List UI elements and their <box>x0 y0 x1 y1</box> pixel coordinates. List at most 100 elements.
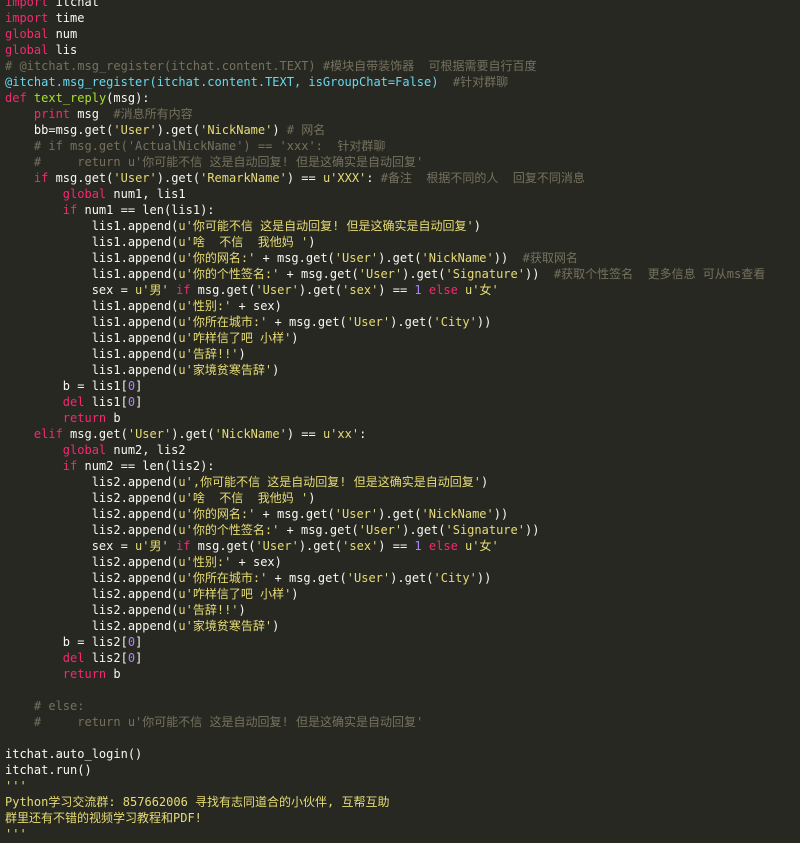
code-line[interactable] <box>5 730 800 746</box>
code-line[interactable]: global num <box>5 26 800 42</box>
code-line[interactable]: lis2.append(u'你所在城市:' + msg.get('User').… <box>5 570 800 586</box>
code-line[interactable]: global lis <box>5 42 800 58</box>
code-line[interactable]: Python学习交流群: 857662006 寻找有志同道合的小伙伴, 互帮互助 <box>5 794 800 810</box>
code-line[interactable]: ''' <box>5 778 800 794</box>
code-line[interactable]: lis2.append(u'告辞!!') <box>5 602 800 618</box>
code-token: # return u'你可能不信 这是自动回复! 但是这确实是自动回复' <box>33 155 424 169</box>
code-line[interactable]: print msg #消息所有内容 <box>5 106 800 122</box>
code-line[interactable]: lis2.append(u'你的网名:' + msg.get('User').g… <box>5 506 800 522</box>
code-token: num1 == len(lis1): <box>77 203 215 217</box>
code-token: lis1.append( <box>5 235 179 249</box>
code-line[interactable]: lis1.append(u'你的个性签名:' + msg.get('User')… <box>5 266 800 282</box>
code-line[interactable]: lis2.append(u'性别:' + sex) <box>5 554 800 570</box>
code-line[interactable]: del lis1[0] <box>5 394 800 410</box>
code-token: if <box>175 539 191 553</box>
code-line[interactable]: if msg.get('User').get('RemarkName') == … <box>5 170 800 186</box>
code-line[interactable]: # return u'你可能不信 这是自动回复! 但是这确实是自动回复' <box>5 154 800 170</box>
code-token: u'告辞!!' <box>178 347 239 361</box>
code-line[interactable]: itchat.auto_login() <box>5 746 800 762</box>
code-line[interactable]: return b <box>5 666 800 682</box>
code-token: ).get( <box>378 507 422 521</box>
code-line[interactable]: # @itchat.msg_register(itchat.content.TE… <box>5 58 800 74</box>
code-token: ) <box>308 235 316 249</box>
code-token: return <box>62 667 107 681</box>
code-line[interactable]: import itchat <box>5 0 800 10</box>
code-line[interactable]: lis1.append(u'性别:' + sex) <box>5 298 800 314</box>
code-token: # @itchat.msg_register(itchat.content.TE… <box>5 59 537 73</box>
code-line[interactable]: lis2.append(u'家境贫寒告辞') <box>5 618 800 634</box>
code-line[interactable] <box>5 682 800 698</box>
code-token: u'啥 不信 我他妈 ' <box>178 235 309 249</box>
code-line[interactable]: if num1 == len(lis1): <box>5 202 800 218</box>
code-line[interactable]: itchat.run() <box>5 762 800 778</box>
code-token: #获取个性签名 更多信息 可从ms查看 <box>553 267 766 281</box>
code-token: lis2[ <box>84 651 128 665</box>
code-line[interactable]: bb=msg.get('User').get('NickName') # 网名 <box>5 122 800 138</box>
code-token: 'User' <box>346 315 391 329</box>
code-line[interactable]: lis1.append(u'咋样信了吧 小样') <box>5 330 800 346</box>
code-line[interactable]: del lis2[0] <box>5 650 800 666</box>
code-token: 'City' <box>433 315 477 329</box>
code-token: ] <box>135 395 143 409</box>
code-token: num2 == len(lis2): <box>77 459 215 473</box>
code-line[interactable]: b = lis2[0] <box>5 634 800 650</box>
code-line[interactable]: lis1.append(u'你的网名:' + msg.get('User').g… <box>5 250 800 266</box>
code-line[interactable]: lis2.append(u'咋样信了吧 小样') <box>5 586 800 602</box>
code-line[interactable]: lis1.append(u'告辞!!') <box>5 346 800 362</box>
code-line[interactable]: lis1.append(u'家境贫寒告辞') <box>5 362 800 378</box>
code-line[interactable]: # return u'你可能不信 这是自动回复! 但是这确实是自动回复' <box>5 714 800 730</box>
code-line[interactable]: return b <box>5 410 800 426</box>
code-token: itchat.run() <box>5 763 92 777</box>
code-token: global <box>62 443 107 457</box>
code-token: ] <box>135 379 143 393</box>
code-token: )) <box>476 315 492 329</box>
code-line[interactable]: b = lis1[0] <box>5 378 800 394</box>
code-line[interactable]: lis2.append(u',你可能不信 这是自动回复! 但是这确实是自动回复'… <box>5 474 800 490</box>
code-token: print <box>33 107 71 121</box>
code-token: ) == <box>378 283 415 297</box>
code-line[interactable]: def text_reply(msg): <box>5 90 800 106</box>
code-line[interactable]: ''' <box>5 826 800 842</box>
code-token: lis2.append( <box>5 555 179 569</box>
code-token: global <box>5 27 49 41</box>
code-line[interactable]: # if msg.get('ActualNickName') == 'xxx':… <box>5 138 800 154</box>
code-token: ''' <box>5 779 27 793</box>
code-line[interactable]: global num2, lis2 <box>5 442 800 458</box>
code-line[interactable]: elif msg.get('User').get('NickName') == … <box>5 426 800 442</box>
code-line[interactable]: lis2.append(u'啥 不信 我他妈 ') <box>5 490 800 506</box>
code-line[interactable]: sex = u'男' if msg.get('User').get('sex')… <box>5 282 800 298</box>
code-line[interactable]: lis2.append(u'你的个性签名:' + msg.get('User')… <box>5 522 800 538</box>
code-token: 'User' <box>334 507 379 521</box>
code-token: 'User' <box>127 427 172 441</box>
code-token: ) <box>291 587 299 601</box>
code-line[interactable]: 群里还有不错的视频学习教程和PDF! <box>5 810 800 826</box>
code-token: lis1.append( <box>5 299 179 313</box>
code-line[interactable]: # else: <box>5 698 800 714</box>
code-token: if <box>175 283 191 297</box>
code-editor[interactable]: import itchat import time global num global… <box>0 0 800 841</box>
code-line[interactable]: @itchat.msg_register(itchat.content.TEXT… <box>5 74 800 90</box>
code-token: )) <box>493 251 523 265</box>
code-line[interactable]: sex = u'男' if msg.get('User').get('sex')… <box>5 538 800 554</box>
code-token: ) == <box>286 427 323 441</box>
code-line[interactable]: lis1.append(u'你所在城市:' + msg.get('User').… <box>5 314 800 330</box>
code-token: lis2.append( <box>5 523 179 537</box>
code-token: lis1[ <box>84 395 128 409</box>
code-token: u'XXX' <box>322 171 367 185</box>
code-line[interactable]: if num2 == len(lis2): <box>5 458 800 474</box>
code-token: lis2.append( <box>5 619 179 633</box>
code-line[interactable]: import time <box>5 10 800 26</box>
code-line[interactable]: global num1, lis1 <box>5 186 800 202</box>
code-token: msg.get( <box>62 427 128 441</box>
code-line[interactable]: lis1.append(u'你可能不信 这是自动回复! 但是这确实是自动回复') <box>5 218 800 234</box>
code-token: else <box>428 283 458 297</box>
code-line[interactable]: lis1.append(u'啥 不信 我他妈 ') <box>5 234 800 250</box>
code-token: u'xx' <box>322 427 360 441</box>
